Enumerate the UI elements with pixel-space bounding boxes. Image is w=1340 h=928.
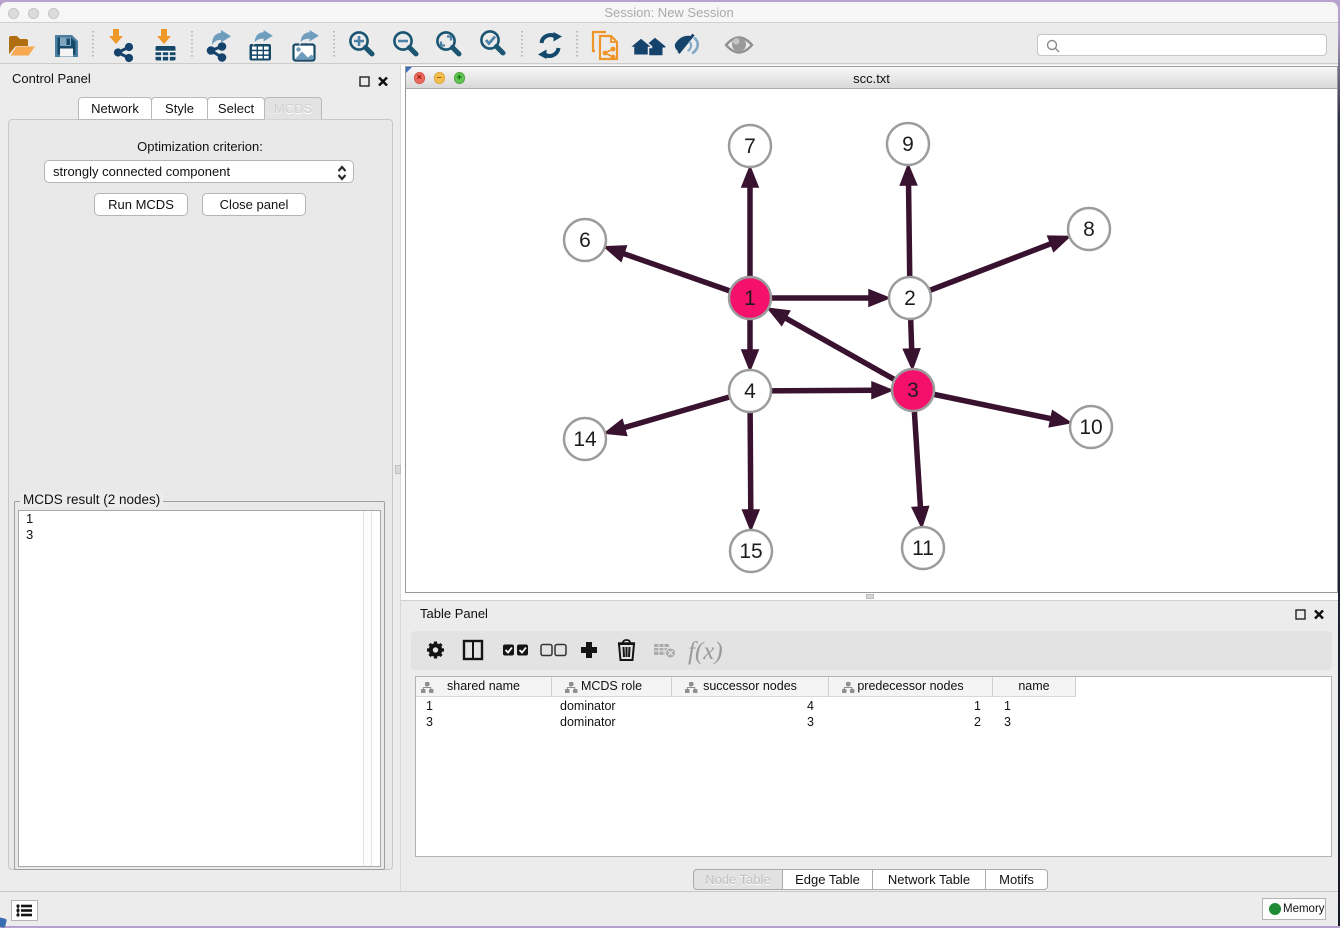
svg-text:8: 8 bbox=[1083, 218, 1095, 241]
svg-text:10: 10 bbox=[1079, 416, 1102, 439]
svg-text:15: 15 bbox=[739, 540, 762, 563]
svg-text:11: 11 bbox=[912, 537, 934, 560]
svg-text:f(x): f(x) bbox=[688, 638, 723, 665]
svg-text:3: 3 bbox=[907, 379, 919, 402]
svg-text:6: 6 bbox=[579, 229, 591, 252]
svg-text:14: 14 bbox=[573, 428, 597, 451]
svg-text:1: 1 bbox=[744, 287, 756, 310]
svg-text:7: 7 bbox=[744, 135, 756, 158]
svg-text:9: 9 bbox=[902, 133, 914, 156]
svg-text:4: 4 bbox=[744, 380, 756, 403]
svg-text:2: 2 bbox=[904, 287, 916, 310]
